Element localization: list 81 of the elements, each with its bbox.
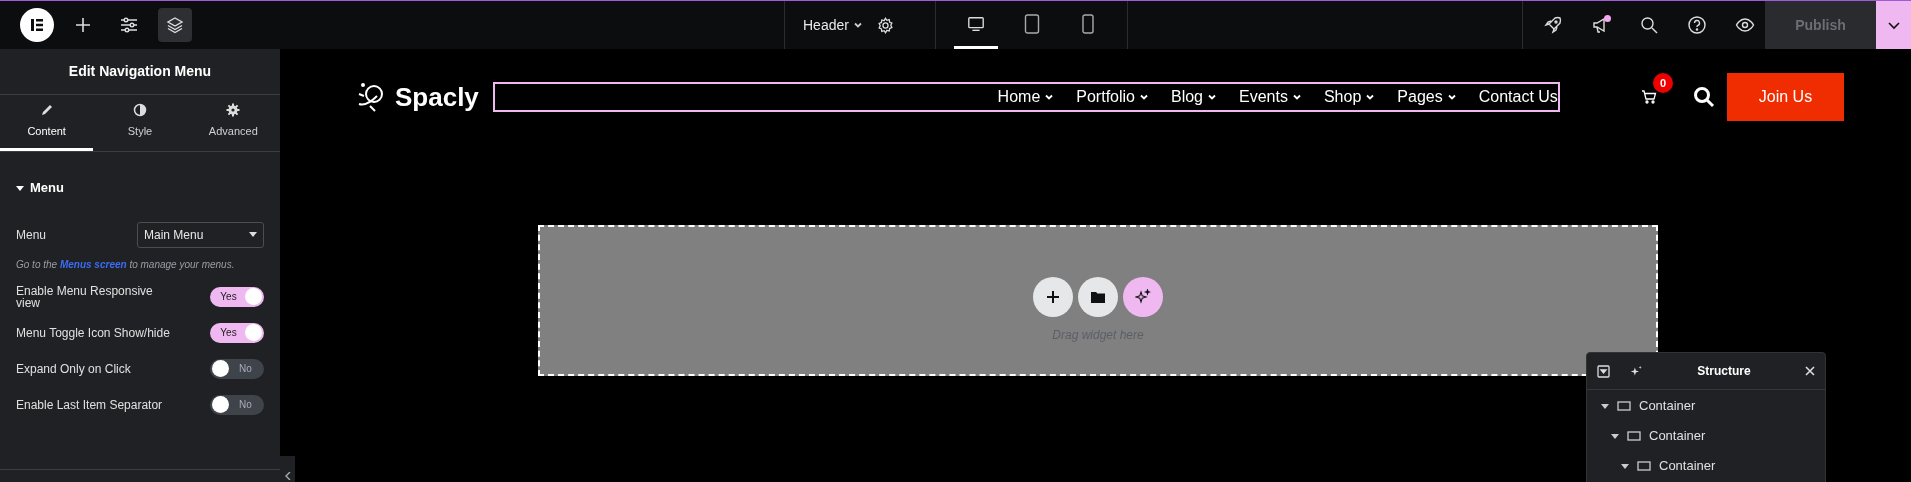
nav-link[interactable]: Blog: [1171, 85, 1217, 109]
toggle-switch[interactable]: Yes: [210, 286, 264, 307]
dropdown-icon[interactable]: [1597, 364, 1610, 378]
toolbar-button[interactable]: [1591, 15, 1611, 35]
toggle-switch[interactable]: Yes: [210, 322, 264, 343]
collapse-handle[interactable]: [280, 456, 295, 482]
toolbar-button[interactable]: [1735, 15, 1755, 35]
cart-icon[interactable]: [1641, 89, 1657, 105]
ai-button[interactable]: [1123, 277, 1163, 317]
menu-select[interactable]: Main Menu: [137, 221, 264, 248]
document-dropdown[interactable]: Header: [803, 14, 863, 36]
search-icon: [1639, 15, 1659, 35]
logo-icon: [30, 18, 44, 32]
container-icon: [1627, 431, 1641, 441]
eye-icon: [1735, 15, 1755, 35]
chevron-icon: [1139, 92, 1149, 102]
add-section-button[interactable]: [1033, 277, 1073, 317]
panel-tab[interactable]: Advanced: [186, 95, 280, 151]
chevron-icon: [1044, 92, 1055, 102]
caret-icon: [16, 183, 24, 192]
pencil-icon: [39, 103, 54, 118]
search-icon[interactable]: [1693, 86, 1715, 108]
menus-link[interactable]: Menus screen: [59, 258, 127, 270]
toggle-label: Enable Menu Responsive view: [16, 284, 154, 309]
field-label: Menu: [16, 226, 47, 244]
caret-icon: [1621, 462, 1629, 470]
close-icon[interactable]: [1805, 366, 1815, 376]
gear-icon: [226, 103, 241, 118]
chevron-icon: [1207, 92, 1217, 102]
structure-item[interactable]: Container: [1587, 391, 1825, 421]
panel-title: Edit Navigation Menu: [0, 49, 280, 95]
toggle-label: Enable Last Item Separator: [16, 398, 164, 411]
add-icon[interactable]: [73, 15, 93, 35]
layers-icon[interactable]: [165, 15, 185, 35]
chevron-icon: [852, 20, 863, 30]
help-icon: [1687, 15, 1707, 35]
container-icon: [1637, 461, 1651, 471]
chevron-icon: [1291, 92, 1302, 102]
template-button[interactable]: [1078, 277, 1118, 317]
toggle-switch[interactable]: No: [210, 394, 264, 415]
toolbar-button[interactable]: [1687, 15, 1707, 35]
site-logo-text: Spacly: [395, 80, 479, 114]
caret-icon: [249, 232, 257, 237]
panel-tab[interactable]: Content: [0, 95, 94, 151]
nav-link[interactable]: Portfolio: [1076, 85, 1149, 109]
nav-link[interactable]: Pages: [1397, 85, 1457, 109]
panel-tab[interactable]: Style: [93, 95, 187, 151]
chevron-icon: [1446, 92, 1457, 102]
nav-link[interactable]: Home: [997, 85, 1055, 109]
join-us-button[interactable]: Join Us: [1727, 73, 1844, 121]
toolbar-button[interactable]: [20, 8, 54, 42]
cart-badge: 0: [1653, 73, 1673, 93]
toggle-label: Expand Only on Click: [16, 362, 132, 375]
sparkle-icon: [1135, 289, 1151, 305]
structure-item[interactable]: Container: [1587, 451, 1825, 481]
section-header[interactable]: Menu: [16, 178, 64, 198]
container-icon: [1617, 401, 1631, 411]
desktop-icon: [967, 14, 985, 33]
add-icon: [1046, 290, 1060, 304]
help-text: Go to the Menus screen to manage your menus.: [16, 257, 236, 272]
structure-item[interactable]: Container: [1587, 421, 1825, 451]
rocket-icon: [1543, 15, 1563, 35]
chevron-icon: [284, 472, 291, 480]
tablet-icon: [1024, 13, 1040, 34]
caret-icon: [1601, 402, 1609, 410]
mobile-icon: [1082, 13, 1094, 34]
toolbar-button[interactable]: [158, 8, 192, 42]
settings-icon[interactable]: [876, 16, 894, 34]
sliders-icon[interactable]: [119, 15, 139, 35]
contrast-icon: [133, 103, 147, 118]
toolbar-button[interactable]: [1639, 15, 1659, 35]
toggle-label: Menu Toggle Icon Show/hide: [16, 326, 171, 339]
nav-link[interactable]: Events: [1239, 85, 1302, 109]
toolbar-button[interactable]: [1543, 15, 1563, 35]
nav-link[interactable]: Contact Us: [1478, 85, 1558, 109]
folder-icon: [1091, 291, 1105, 303]
caret-icon: [1611, 432, 1619, 440]
nav-link[interactable]: Shop: [1323, 85, 1376, 109]
chevron-icon: [1365, 92, 1376, 102]
structure-title: Structure: [1696, 363, 1752, 380]
toggle-switch[interactable]: No: [210, 358, 264, 379]
